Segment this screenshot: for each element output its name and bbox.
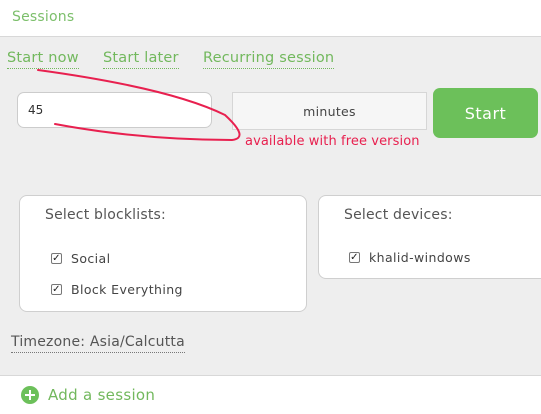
duration-unit-select[interactable]: minutes (232, 92, 427, 130)
devices-title: Select devices: (344, 207, 453, 223)
start-button[interactable]: Start (433, 88, 538, 138)
devices-card: Select devices: ✓ khalid-windows (318, 195, 541, 279)
checkbox-checked-icon[interactable]: ✓ (51, 284, 62, 295)
duration-input[interactable] (17, 92, 212, 128)
tab-start-later[interactable]: Start later (103, 50, 179, 69)
annotation-note: available with free version (245, 134, 420, 149)
start-button-label: Start (464, 103, 507, 123)
blocklists-card: Select blocklists: ✓ Social ✓ Block Ever… (19, 195, 307, 312)
footer: Add a session (0, 375, 541, 414)
blocklist-item-social[interactable]: ✓ Social (51, 251, 110, 266)
tab-recurring-session[interactable]: Recurring session (203, 50, 335, 69)
blocklist-item-label: Block Everything (71, 282, 183, 297)
blocklist-item-block-everything[interactable]: ✓ Block Everything (51, 282, 183, 297)
device-item-khalid-windows[interactable]: ✓ khalid-windows (349, 250, 471, 265)
add-session-link[interactable]: Add a session (48, 386, 155, 404)
checkbox-checked-icon[interactable]: ✓ (51, 253, 62, 264)
blocklist-item-label: Social (71, 251, 111, 266)
device-item-label: khalid-windows (369, 250, 471, 265)
add-circle-icon[interactable] (21, 386, 39, 404)
checkbox-checked-icon[interactable]: ✓ (349, 252, 360, 263)
sessions-header: Sessions (0, 0, 541, 37)
page-title: Sessions (12, 9, 75, 25)
duration-unit-label: minutes (303, 103, 356, 119)
blocklists-title: Select blocklists: (45, 207, 166, 223)
timezone-link[interactable]: Timezone: Asia/Calcutta (11, 334, 185, 353)
tab-start-now[interactable]: Start now (7, 50, 79, 69)
